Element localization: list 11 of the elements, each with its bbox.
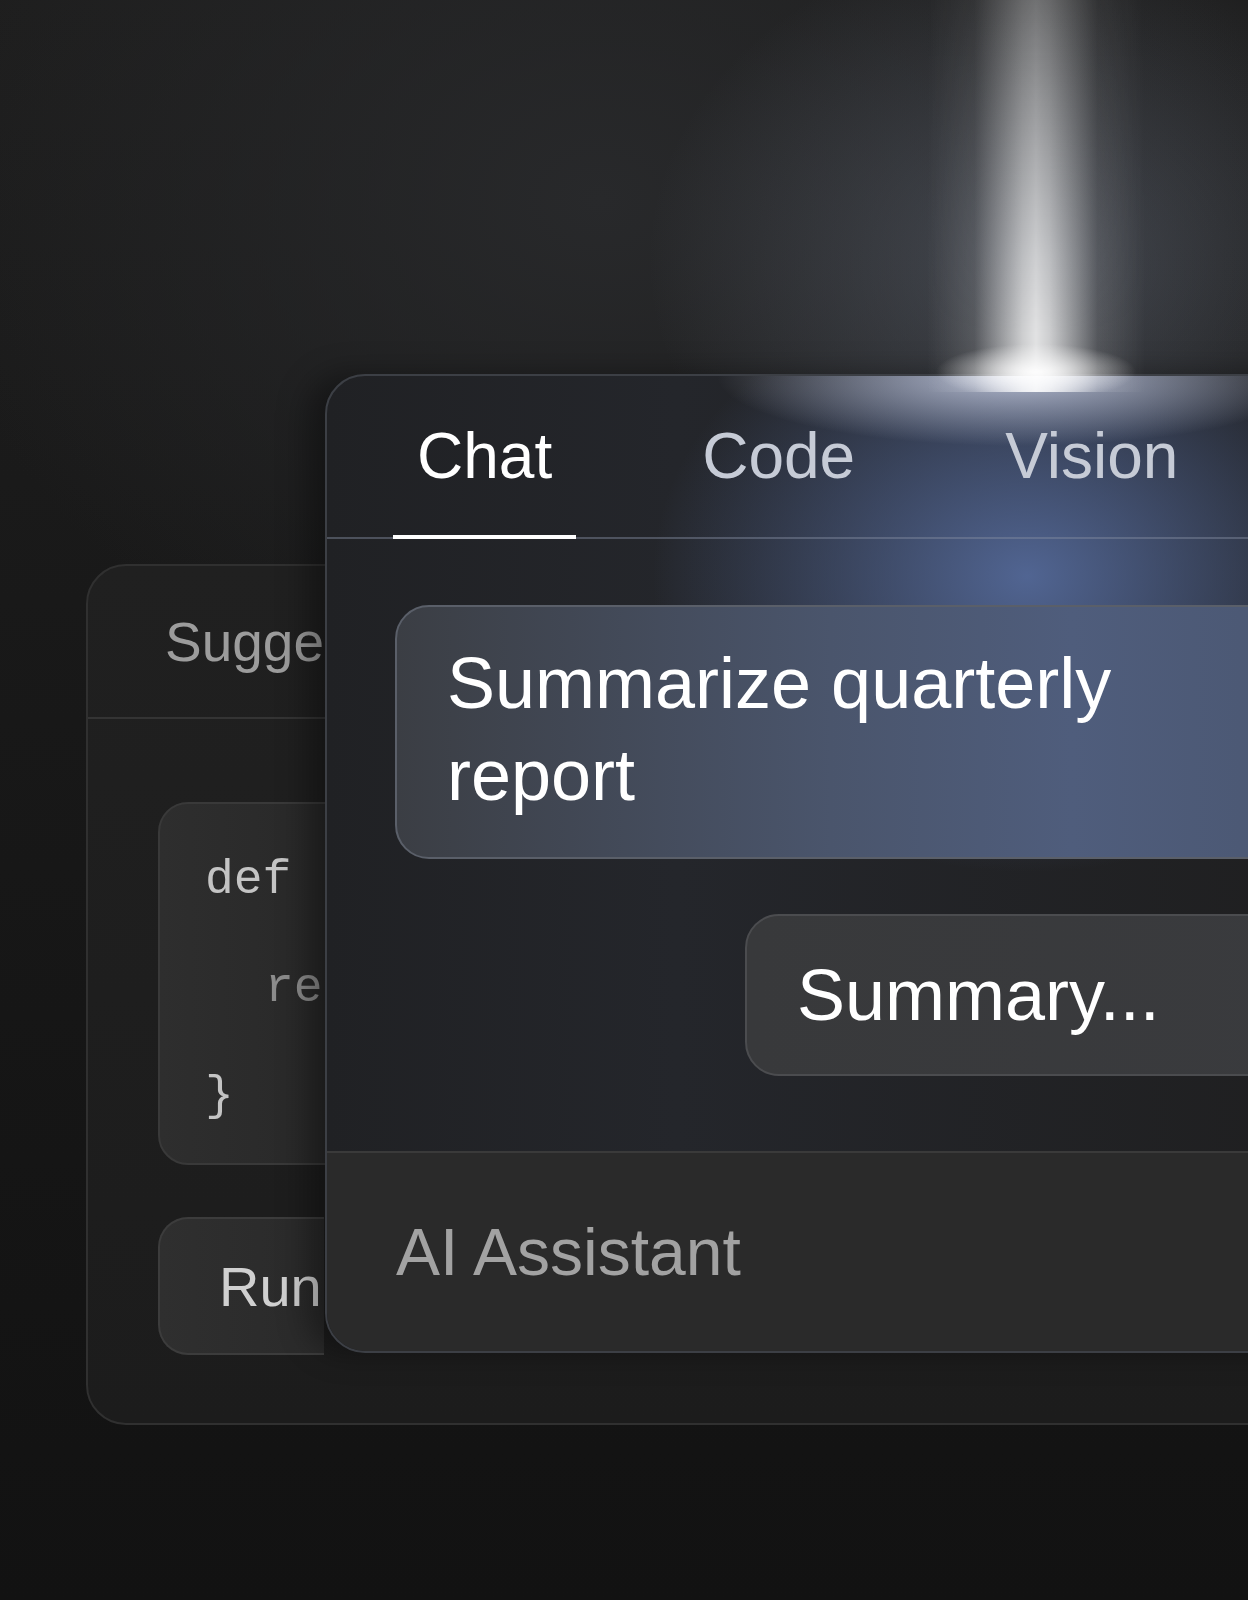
assistant-label: AI Assistant — [396, 1214, 741, 1290]
tab[interactable]: Chat — [393, 376, 577, 539]
code-line: re — [265, 960, 323, 1017]
message-text: Summarize quarterly report — [447, 642, 1113, 817]
tab[interactable]: Vision — [981, 376, 1203, 539]
panel-title: Sugge — [165, 609, 325, 674]
tab[interactable]: Code — [678, 376, 880, 539]
run-button[interactable]: Run — [158, 1217, 324, 1355]
message-text: Summary... — [797, 954, 1161, 1037]
code-line: def — [205, 852, 292, 909]
code-line: } — [205, 1068, 234, 1125]
